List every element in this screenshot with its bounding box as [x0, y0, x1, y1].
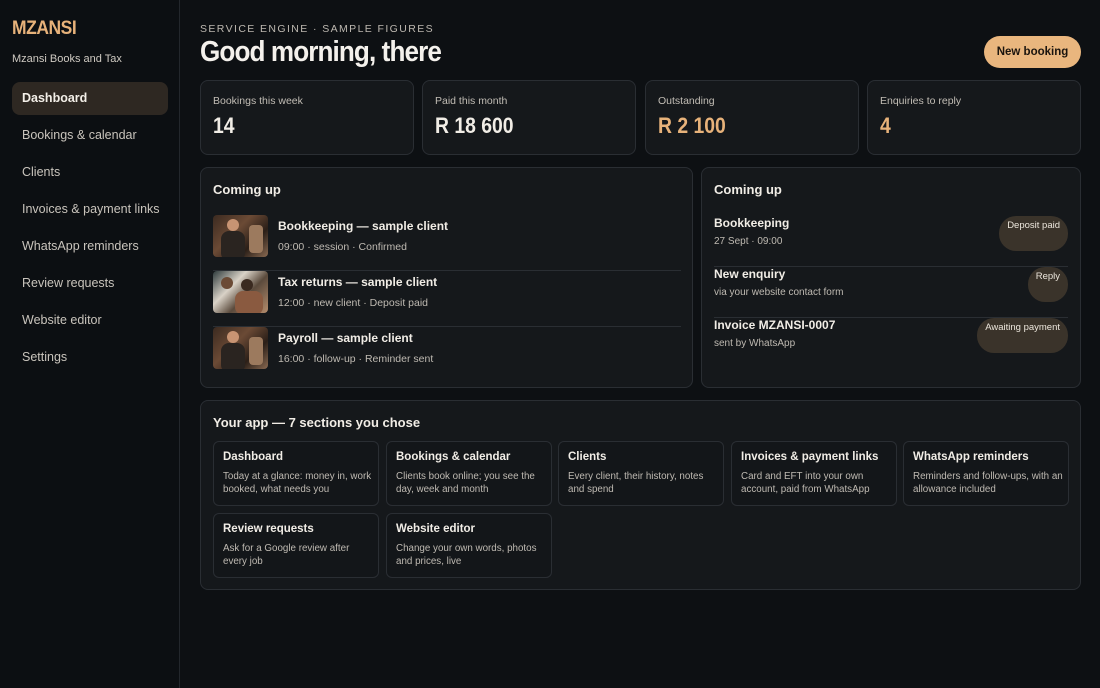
module-card-reviews[interactable]: Review requests Ask for a Google review …: [213, 513, 379, 578]
module-description: Every client, their history, notes and s…: [568, 471, 704, 495]
sidebar-item-whatsapp[interactable]: WhatsApp reminders: [12, 230, 168, 263]
task-item[interactable]: Invoice MZANSI-0007 sent by WhatsApp Awa…: [714, 318, 1068, 369]
module-card-website-editor[interactable]: Website editor Change your own words, ph…: [386, 513, 552, 578]
stat-label: Outstanding: [658, 95, 715, 107]
brand-subtitle: Mzansi Books and Tax: [12, 53, 122, 65]
stat-value: R 2 100: [658, 113, 726, 138]
module-description: Change your own words, photos and prices…: [396, 543, 537, 567]
module-title: Review requests: [223, 523, 314, 535]
stat-value: R 18 600: [435, 113, 514, 138]
module-title: Clients: [568, 451, 607, 463]
appointment-item[interactable]: Payroll — sample client 16:00 · follow-u…: [213, 327, 681, 383]
module-card-invoices[interactable]: Invoices & payment links Card and EFT in…: [731, 441, 897, 506]
status-badge: Deposit paid: [999, 216, 1068, 251]
appointment-item[interactable]: Bookkeeping — sample client 09:00 · sess…: [213, 215, 681, 271]
module-card-clients[interactable]: Clients Every client, their history, not…: [558, 441, 724, 506]
panel-title: Coming up: [213, 182, 281, 197]
stat-card-enquiries: Enquiries to reply 4: [867, 80, 1081, 155]
module-description: Ask for a Google review after every job: [223, 543, 350, 567]
sidebar-item-clients[interactable]: Clients: [12, 156, 168, 189]
stat-value: 14: [213, 113, 235, 138]
sidebar-item-invoices[interactable]: Invoices & payment links: [12, 193, 168, 226]
page-eyebrow: SERVICE ENGINE · SAMPLE FIGURES: [200, 23, 434, 35]
task-title: New enquiry: [714, 267, 786, 281]
new-booking-button[interactable]: New booking: [984, 36, 1081, 68]
appointment-meta: 09:00 · session · Confirmed: [278, 241, 407, 253]
stat-value: 4: [880, 113, 891, 138]
brand-logo[interactable]: MZANSI: [12, 18, 77, 40]
sidebar-item-website-editor[interactable]: Website editor: [12, 304, 168, 337]
panel-title: Your app — 7 sections you chose: [213, 415, 421, 430]
stat-label: Paid this month: [435, 95, 508, 107]
appointments-panel: Coming up Bookkeeping — sample client 09…: [200, 167, 693, 388]
client-photo: [213, 327, 268, 369]
task-meta: via your website contact form: [714, 287, 844, 298]
module-title: Invoices & payment links: [741, 451, 879, 463]
stats-row: Bookings this week 14 Paid this month R …: [200, 80, 1081, 155]
task-item[interactable]: Bookkeeping 27 Sept · 09:00 Deposit paid: [714, 216, 1068, 267]
reply-button[interactable]: Reply: [1027, 267, 1068, 302]
stat-card-bookings: Bookings this week 14: [200, 80, 414, 155]
appointment-item[interactable]: Tax returns — sample client 12:00 · new …: [213, 271, 681, 327]
task-title: Invoice MZANSI-0007: [714, 318, 836, 332]
module-title: Dashboard: [223, 451, 284, 463]
appointment-title: Bookkeeping — sample client: [278, 219, 449, 233]
tasks-panel: Coming up Bookkeeping 27 Sept · 09:00 De…: [701, 167, 1081, 388]
module-description: Today at a glance: money in, work booked…: [223, 471, 372, 495]
sidebar-nav: Dashboard Bookings & calendar Clients In…: [12, 82, 168, 378]
client-photo: [213, 271, 268, 313]
task-meta: sent by WhatsApp: [714, 338, 796, 349]
sidebar-item-bookings[interactable]: Bookings & calendar: [12, 119, 168, 152]
appointment-title: Tax returns — sample client: [278, 275, 438, 289]
client-photo: [213, 215, 268, 257]
appointment-meta: 16:00 · follow-up · Reminder sent: [278, 353, 434, 365]
stat-label: Enquiries to reply: [880, 95, 962, 107]
module-description: Clients book online; you see the day, we…: [396, 471, 535, 495]
module-description: Card and EFT into your own account, paid…: [741, 471, 870, 495]
task-title: Bookkeeping: [714, 216, 790, 230]
module-card-bookings[interactable]: Bookings & calendar Clients book online;…: [386, 441, 552, 506]
module-card-dashboard[interactable]: Dashboard Today at a glance: money in, w…: [213, 441, 379, 506]
module-title: Website editor: [396, 523, 476, 535]
sidebar-item-reviews[interactable]: Review requests: [12, 267, 168, 300]
module-title: WhatsApp reminders: [913, 451, 1029, 463]
module-description: Reminders and follow-ups, with an allowa…: [913, 471, 1063, 495]
modules-panel: Your app — 7 sections you chose Dashboar…: [200, 400, 1081, 590]
module-card-whatsapp[interactable]: WhatsApp reminders Reminders and follow-…: [903, 441, 1069, 506]
stat-card-paid: Paid this month R 18 600: [422, 80, 636, 155]
task-meta: 27 Sept · 09:00: [714, 236, 783, 247]
appointment-title: Payroll — sample client: [278, 331, 413, 345]
page-title: Good morning, there: [200, 36, 442, 68]
task-item[interactable]: New enquiry via your website contact for…: [714, 267, 1068, 318]
sidebar-item-dashboard[interactable]: Dashboard: [12, 82, 168, 115]
status-badge: Awaiting payment: [977, 318, 1068, 353]
panel-title: Coming up: [714, 182, 782, 197]
appointment-meta: 12:00 · new client · Deposit paid: [278, 297, 428, 309]
sidebar: MZANSI Mzansi Books and Tax Dashboard Bo…: [0, 0, 180, 688]
stat-card-outstanding: Outstanding R 2 100: [645, 80, 859, 155]
sidebar-item-settings[interactable]: Settings: [12, 341, 168, 374]
stat-label: Bookings this week: [213, 95, 303, 107]
module-title: Bookings & calendar: [396, 451, 511, 463]
